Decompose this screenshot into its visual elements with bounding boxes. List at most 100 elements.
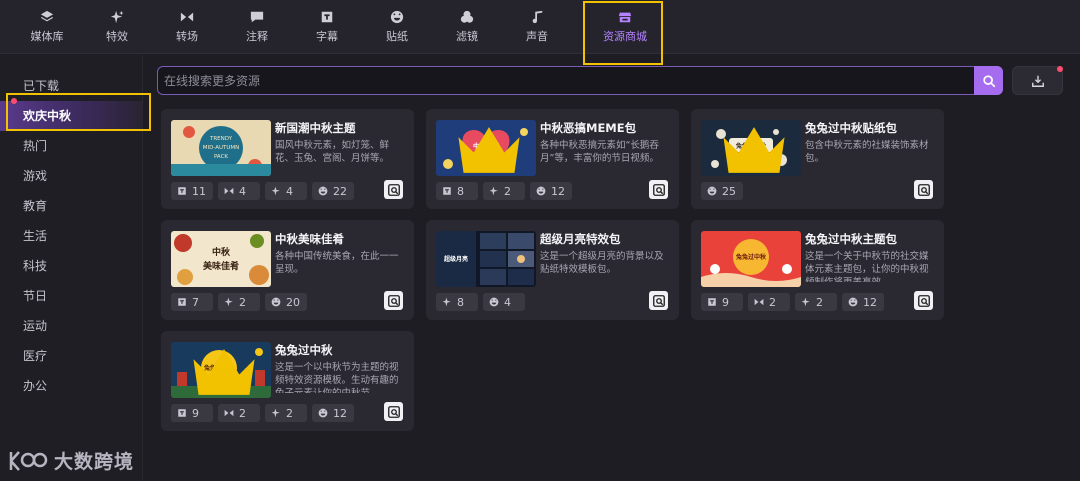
resource-card[interactable]: 兔兔过中秋 兔兔过中秋贴纸包 包含中秋元素的社媒装饰素材包。 25 xyxy=(691,109,944,209)
card-description: 各种中国传统美食，在此一一呈现。 xyxy=(275,251,399,275)
preview-button[interactable] xyxy=(914,180,933,199)
download-manager-button[interactable] xyxy=(1012,66,1063,95)
crown-icon xyxy=(193,349,255,395)
preview-button[interactable] xyxy=(914,291,933,310)
tab-media-library[interactable]: 媒体库 xyxy=(12,0,82,54)
card-title: 新国潮中秋主题 xyxy=(275,121,356,135)
tab-subtitles[interactable]: 字幕 xyxy=(292,0,362,54)
crown-icon xyxy=(458,127,520,173)
resource-card[interactable]: TRENDY MID-AUTUMN PACK 新国潮中秋主题 国风中秋元素，如灯… xyxy=(161,109,414,209)
subtitle-count: 7 xyxy=(171,293,213,311)
top-tabbar: 媒体库 特效 转场 注释 字幕 贴纸 滤镜 声音 资源商城 xyxy=(0,0,1080,54)
search-input[interactable] xyxy=(164,70,964,92)
card-title: 兔兔过中秋 xyxy=(275,343,333,357)
thumbnail-text: 兔兔过中秋 xyxy=(735,253,767,261)
sidebar-item-hot[interactable]: 热门 xyxy=(0,131,142,161)
card-stats: 8 4 xyxy=(436,293,525,311)
watermark: 大数跨境 xyxy=(8,447,134,474)
card-stats: 9 2 2 12 xyxy=(171,404,354,422)
subtitle-count: 9 xyxy=(701,293,743,311)
comment-icon xyxy=(250,11,264,23)
preview-icon xyxy=(387,405,400,418)
card-stats: 8 2 12 xyxy=(436,182,572,200)
preview-button[interactable] xyxy=(384,291,403,310)
effect-count: 2 xyxy=(795,293,837,311)
card-thumbnail: 中秋恶搞 MEME包 xyxy=(436,120,536,176)
sidebar-item-tech[interactable]: 科技 xyxy=(0,251,142,281)
card-description: 包含中秋元素的社媒装饰素材包。 xyxy=(805,140,929,164)
subtitle-icon xyxy=(443,187,451,195)
resource-card[interactable]: 超级月亮 超级月亮特效包 这是一个超级月亮的背景以及贴纸特效模板包。 8 4 xyxy=(426,220,679,320)
preview-button[interactable] xyxy=(384,180,403,199)
sticker-icon xyxy=(707,186,717,196)
tab-filters[interactable]: 滤镜 xyxy=(432,0,502,54)
tab-resource-store[interactable]: 资源商城 xyxy=(587,0,663,54)
sticker-icon xyxy=(489,297,499,307)
preview-icon xyxy=(917,183,930,196)
preview-button[interactable] xyxy=(649,291,668,310)
card-stats: 11 4 4 22 xyxy=(171,182,354,200)
tab-label: 贴纸 xyxy=(386,30,408,43)
sidebar-item-sports[interactable]: 运动 xyxy=(0,311,142,341)
preview-icon xyxy=(917,294,930,307)
preview-button[interactable] xyxy=(384,402,403,421)
card-thumbnail: 中秋 美味佳肴 xyxy=(171,231,271,287)
watermark-logo-icon xyxy=(9,450,48,471)
sidebar-item-holidays[interactable]: 节日 xyxy=(0,281,142,311)
card-description: 各种中秋恶搞元素如“长鹅吞月”等，丰富你的节日视频。 xyxy=(540,140,659,164)
sidebar-item-games[interactable]: 游戏 xyxy=(0,161,142,191)
subtitle-icon xyxy=(708,298,716,306)
transition-count: 4 xyxy=(218,182,260,200)
transition-count: 2 xyxy=(748,293,790,311)
card-description: 这是一个超级月亮的背景以及贴纸特效模板包。 xyxy=(540,251,664,275)
sidebar-item-office[interactable]: 办公 xyxy=(0,371,142,401)
effect-count: 2 xyxy=(265,404,307,422)
tab-effects[interactable]: 特效 xyxy=(82,0,152,54)
search-button[interactable] xyxy=(974,66,1003,95)
sticker-icon xyxy=(318,186,328,196)
sidebar-item-education[interactable]: 教育 xyxy=(0,191,142,221)
effect-count: 4 xyxy=(265,182,307,200)
resource-card[interactable]: 中秋恶搞 MEME包 中秋恶搞MEME包 各种中秋恶搞元素如“长鹅吞月”等，丰富… xyxy=(426,109,679,209)
sticker-icon xyxy=(318,408,328,418)
download-icon xyxy=(1031,75,1044,87)
preview-button[interactable] xyxy=(649,180,668,199)
preview-icon xyxy=(387,183,400,196)
card-stats: 25 xyxy=(701,182,743,200)
effect-count: 2 xyxy=(483,182,525,200)
resource-card[interactable]: 兔兔过中秋 兔兔过中秋 这是一个以中秋节为主题的视频特效资源模板。生动有趣的兔子… xyxy=(161,331,414,431)
preview-icon xyxy=(652,183,665,196)
sticker-icon xyxy=(271,297,281,307)
transition-icon xyxy=(224,187,234,195)
tab-transitions[interactable]: 转场 xyxy=(152,0,222,54)
card-thumbnail: TRENDY MID-AUTUMN PACK xyxy=(171,120,271,176)
sidebar-item-medical[interactable]: 医疗 xyxy=(0,341,142,371)
tab-audio[interactable]: 声音 xyxy=(502,0,572,54)
preview-icon xyxy=(387,294,400,307)
layers-icon xyxy=(40,10,54,22)
subtitle-count: 8 xyxy=(436,182,478,200)
subtitle-icon xyxy=(178,298,186,306)
card-thumbnail: 兔兔过中秋 xyxy=(701,120,801,176)
subtitle-icon xyxy=(321,11,333,23)
sticker-icon xyxy=(848,297,858,307)
tab-annotations[interactable]: 注释 xyxy=(222,0,292,54)
card-thumbnail: 兔兔过中秋 xyxy=(171,342,271,398)
card-stats: 7 2 20 xyxy=(171,293,307,311)
tab-label: 特效 xyxy=(106,30,128,43)
thumbnail-text: 中秋 xyxy=(212,246,231,258)
sidebar-item-mid-autumn[interactable]: 欢庆中秋 xyxy=(0,101,142,131)
subtitle-icon xyxy=(178,409,186,417)
sidebar-item-downloaded[interactable]: 已下载 xyxy=(0,71,142,101)
tab-label: 资源商城 xyxy=(603,30,647,43)
tab-stickers[interactable]: 贴纸 xyxy=(362,0,432,54)
search-icon xyxy=(982,74,995,87)
search-bar xyxy=(157,66,1003,95)
preview-icon xyxy=(652,294,665,307)
filter-icon xyxy=(460,10,474,23)
sidebar-item-life[interactable]: 生活 xyxy=(0,221,142,251)
subtitle-count: 11 xyxy=(171,182,213,200)
resource-card[interactable]: 兔兔过中秋 兔兔过中秋主题包 这是一个关于中秋节的社交媒体元素主题包，让你的中秋… xyxy=(691,220,944,320)
card-title: 中秋恶搞MEME包 xyxy=(540,121,637,135)
resource-card[interactable]: 中秋 美味佳肴 中秋美味佳肴 各种中国传统美食，在此一一呈现。 7 2 20 xyxy=(161,220,414,320)
